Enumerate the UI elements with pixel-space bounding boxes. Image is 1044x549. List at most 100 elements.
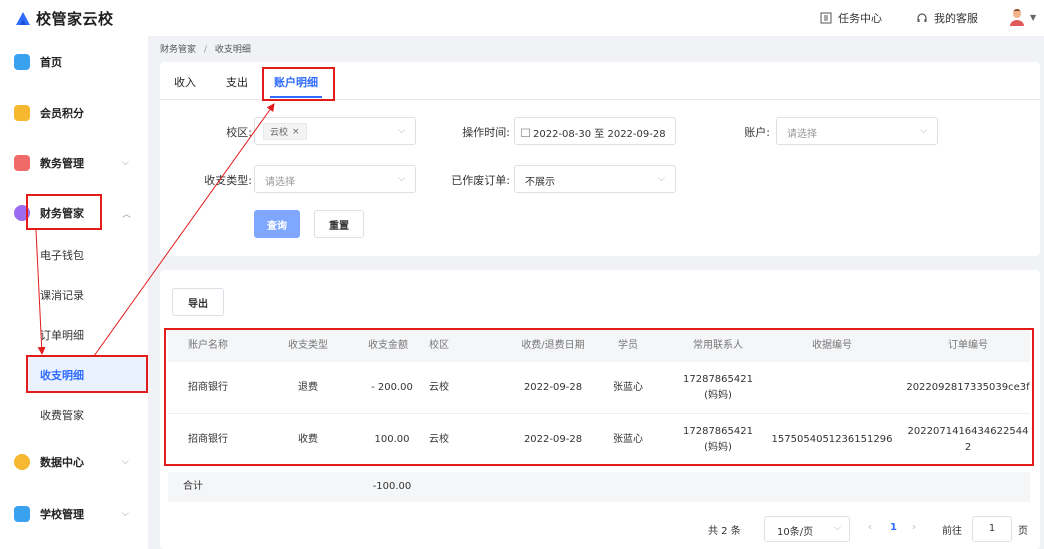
tab-expense[interactable]: 支出 [226, 74, 248, 90]
headset-icon [917, 13, 927, 22]
cell-contact-relation: (妈妈) [704, 390, 732, 401]
prev-page-icon[interactable]: ‹ [868, 522, 872, 533]
type-placeholder: 请选择 [265, 177, 295, 188]
chevron-up-icon: ︿ [122, 209, 132, 220]
sidebar-item-label: 会员积分 [40, 107, 84, 120]
reset-button[interactable]: 重置 [314, 210, 364, 238]
tag-close-icon[interactable]: × [292, 127, 300, 137]
top-bar: 校管家云校 任务中心 我的客服 ▼ [0, 0, 1044, 36]
calendar-icon [521, 128, 530, 137]
goto-page-value: 1 [988, 523, 996, 534]
chevron-down-icon: ⌵ [122, 509, 129, 519]
sidebar-sub-label: 课消记录 [40, 289, 84, 302]
sidebar-item-data-center[interactable]: 数据中心 ⌵ [0, 442, 148, 482]
pagination-total: 共 2 条 [708, 526, 741, 537]
cell-date: 2022-09-28 [523, 382, 583, 393]
campus-tag-label: 云校 [270, 128, 289, 138]
voided-label: 已作废订单: [451, 174, 510, 187]
table-row[interactable]: 招商银行 收费 100.00 云校 2022-09-28 张蓝心 1728786… [168, 414, 1030, 466]
calendar-icon [14, 155, 30, 171]
cell-campus: 云校 [429, 382, 449, 393]
sidebar-sub-billing[interactable]: 收费管家 [0, 397, 148, 433]
campus-label: 校区: [226, 126, 252, 139]
column-header: 账户名称 [188, 340, 228, 351]
task-icon [820, 12, 832, 24]
avatar-dropdown-icon[interactable]: ▼ [1030, 13, 1036, 22]
tab-income[interactable]: 收入 [174, 74, 196, 90]
chevron-down-icon: ⌵ [834, 523, 841, 533]
breadcrumb-current: 收支明细 [214, 45, 251, 55]
voided-value: 不展示 [525, 177, 555, 188]
cell-contact-phone: 17287865421 [683, 374, 753, 385]
chevron-down-icon: ⌵ [122, 158, 129, 168]
support-button[interactable]: 我的客服 [916, 10, 978, 26]
page-number-current[interactable]: 1 [890, 522, 897, 533]
sidebar-sub-label: 电子钱包 [40, 249, 84, 262]
sidebar-item-label: 数据中心 [40, 456, 84, 469]
task-center-label: 任务中心 [838, 12, 882, 25]
chevron-down-icon: ⌵ [122, 457, 129, 467]
column-header: 收费/退费日期 [521, 340, 585, 351]
sidebar-sub-label: 收费管家 [40, 409, 84, 422]
active-tab-indicator [270, 96, 322, 98]
campus-tag[interactable]: 云校 × [263, 123, 307, 140]
sidebar-item-home[interactable]: 首页 [0, 42, 148, 82]
sidebar: 首页 会员积分 教务管理 ⌵ 财务管家 ︿ 电子钱包 课消记录 订单明细 收支明… [0, 36, 148, 549]
finance-icon [14, 205, 30, 221]
date-range-picker[interactable]: 2022-08-30 至 2022-09-28 [514, 117, 676, 145]
cell-account: 招商银行 [188, 434, 228, 445]
tab-account-detail[interactable]: 账户明细 [274, 74, 318, 90]
account-select[interactable]: 请选择 ⌵ [776, 117, 938, 145]
sidebar-sub-orders[interactable]: 订单明细 [0, 317, 148, 353]
cell-campus: 云校 [429, 434, 449, 445]
query-button[interactable]: 查询 [254, 210, 300, 238]
table-row[interactable]: 招商银行 退费 - 200.00 云校 2022-09-28 张蓝心 17287… [168, 362, 1030, 414]
goto-page-input[interactable]: 1 [972, 516, 1012, 542]
breadcrumb: 财务管家 / 收支明细 [160, 42, 251, 55]
cell-type: 退费 [298, 382, 318, 393]
total-amount: -100.00 [372, 481, 412, 492]
sidebar-item-member-points[interactable]: 会员积分 [0, 93, 148, 133]
account-placeholder: 请选择 [787, 129, 817, 140]
chart-icon [14, 454, 30, 470]
logo-icon [16, 11, 30, 25]
campus-select[interactable]: 云校 × ⌵ [254, 117, 416, 145]
cell-receipt: 1575054051236151296 [771, 434, 893, 445]
time-label: 操作时间: [462, 126, 510, 139]
sidebar-item-academic[interactable]: 教务管理 ⌵ [0, 143, 148, 183]
chevron-down-icon: ⌵ [658, 174, 665, 184]
chevron-down-icon: ⌵ [398, 126, 405, 136]
column-header: 学员 [618, 340, 638, 351]
column-header: 订单编号 [948, 340, 988, 351]
tab-bar: 收入 支出 账户明细 [160, 62, 1040, 100]
column-header: 校区 [429, 340, 449, 351]
chevron-down-icon: ⌵ [920, 126, 927, 136]
total-row: 合计 -100.00 [168, 472, 1030, 502]
logo[interactable]: 校管家云校 [14, 8, 114, 29]
task-center-button[interactable]: 任务中心 [820, 10, 882, 26]
date-range-text: 2022-08-30 至 2022-09-28 [533, 129, 666, 140]
type-select[interactable]: 请选择 ⌵ [254, 165, 416, 193]
cell-student: 张蓝心 [613, 434, 643, 445]
voided-select[interactable]: 不展示 ⌵ [514, 165, 676, 193]
sidebar-sub-consumption[interactable]: 课消记录 [0, 277, 148, 313]
cell-account: 招商银行 [188, 382, 228, 393]
account-label: 账户: [744, 126, 770, 139]
sidebar-item-label: 首页 [40, 56, 62, 69]
breadcrumb-parent[interactable]: 财务管家 [160, 45, 196, 55]
chevron-down-icon: ⌵ [398, 174, 405, 184]
column-header: 收支类型 [288, 340, 328, 351]
export-button[interactable]: 导出 [172, 288, 224, 316]
cell-student: 张蓝心 [613, 382, 643, 393]
type-label: 收支类型: [204, 174, 252, 187]
avatar[interactable] [1008, 8, 1026, 26]
app-title: 校管家云校 [36, 10, 114, 28]
sidebar-sub-wallet[interactable]: 电子钱包 [0, 237, 148, 273]
sidebar-item-finance[interactable]: 财务管家 ︿ [0, 193, 148, 233]
sidebar-sub-income-expense[interactable]: 收支明细 [26, 357, 146, 393]
sidebar-item-school[interactable]: 学校管理 ⌵ [0, 494, 148, 534]
date-range-value: 2022-08-30 至 2022-09-28 [521, 125, 666, 140]
next-page-icon[interactable]: › [912, 522, 916, 533]
cell-contact-relation: (妈妈) [704, 442, 732, 453]
page-size-select[interactable]: 10条/页 ⌵ [764, 516, 850, 542]
